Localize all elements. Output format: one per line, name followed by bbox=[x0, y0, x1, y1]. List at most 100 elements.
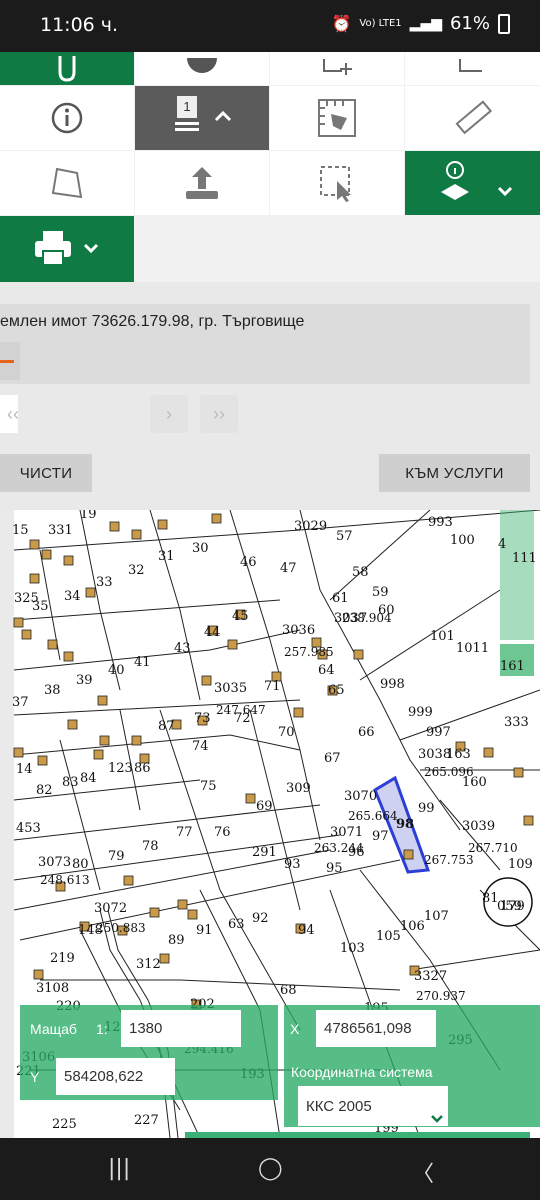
parcel-label: 61 bbox=[332, 591, 349, 606]
info-button[interactable] bbox=[0, 86, 134, 150]
building bbox=[67, 719, 78, 730]
parcel-label: 99 bbox=[418, 801, 435, 816]
globe-button[interactable] bbox=[135, 52, 269, 85]
layers-page-icon: 1 bbox=[172, 96, 202, 140]
alarm-icon: ⏰ bbox=[331, 14, 352, 33]
building bbox=[513, 767, 524, 778]
parcel-label: 98 bbox=[396, 817, 414, 832]
parcel-label: 71 bbox=[264, 679, 281, 694]
parcel-label: 999 bbox=[408, 705, 433, 720]
building bbox=[109, 521, 120, 532]
building bbox=[37, 755, 48, 766]
building bbox=[99, 735, 110, 746]
parcel-label: 74 bbox=[192, 739, 209, 754]
building bbox=[21, 629, 32, 640]
parcel-label: 100 bbox=[450, 533, 475, 548]
parcel-label: 59 bbox=[372, 585, 389, 600]
upload-icon bbox=[186, 167, 218, 199]
clear-button[interactable]: ЧИСТИ bbox=[0, 454, 92, 492]
parcel-label: 37 bbox=[12, 695, 29, 710]
clock: 11:06 ч. bbox=[40, 14, 119, 36]
battery-label: 61% bbox=[449, 13, 490, 34]
parcel-label: 19 bbox=[80, 510, 97, 522]
parcel-label: 270.937 bbox=[416, 989, 466, 1003]
building bbox=[131, 529, 142, 540]
parcel-label: 65 bbox=[328, 683, 345, 698]
parcel-label: 4 bbox=[498, 537, 506, 552]
parcel-label: 309 bbox=[286, 781, 311, 796]
select-area-button[interactable] bbox=[270, 151, 404, 215]
parcel-label: 227 bbox=[134, 1113, 159, 1128]
building bbox=[201, 675, 212, 686]
parcel-label: 68 bbox=[280, 983, 297, 998]
parcel-label: 312 bbox=[136, 957, 161, 972]
network-label: Vo) LTE1 bbox=[359, 18, 402, 29]
home-icon[interactable]: ◯ bbox=[258, 1156, 283, 1181]
parcel-label: 3327 bbox=[414, 969, 447, 984]
building bbox=[93, 749, 104, 760]
building bbox=[85, 587, 96, 598]
parcel-label: 248.613 bbox=[40, 873, 90, 887]
layer-info-button[interactable] bbox=[405, 151, 540, 215]
building bbox=[403, 849, 414, 860]
parcel-label: 291 bbox=[252, 845, 277, 860]
building bbox=[41, 549, 52, 560]
building bbox=[227, 639, 238, 650]
parcel-label: 103 bbox=[340, 941, 365, 956]
building bbox=[29, 539, 40, 550]
parcel-label: 32 bbox=[128, 563, 145, 578]
map-toolbar: 1 bbox=[0, 52, 540, 282]
parcel-label: 30 bbox=[192, 541, 209, 556]
parcel-label: 219 bbox=[50, 951, 75, 966]
parcel-label: 250.883 bbox=[96, 921, 146, 935]
parcel-label: 257.985 bbox=[284, 645, 334, 659]
upload-button[interactable] bbox=[135, 151, 269, 215]
building bbox=[63, 555, 74, 566]
pager-prev-button[interactable]: ‹‹ bbox=[0, 395, 26, 433]
building bbox=[245, 793, 256, 804]
parcel-label: 14 bbox=[16, 762, 33, 777]
to-services-button[interactable]: КЪМ УСЛУГИ bbox=[379, 454, 530, 492]
scale-input[interactable]: 1380 bbox=[121, 1010, 241, 1047]
parcel-label: 3073 bbox=[38, 855, 71, 870]
polygon-icon bbox=[51, 167, 83, 199]
measure-area-button[interactable] bbox=[270, 86, 404, 150]
polygon-tool-button[interactable] bbox=[0, 151, 134, 215]
building bbox=[29, 573, 40, 584]
pager-last-button[interactable]: ›› bbox=[200, 395, 238, 433]
parcel-label: 66 bbox=[358, 725, 375, 740]
pan-tool-button[interactable] bbox=[0, 52, 134, 85]
building bbox=[159, 953, 170, 964]
add-area-button[interactable] bbox=[270, 52, 404, 85]
parcel-label: 225 bbox=[52, 1117, 77, 1132]
parcel-label: 105 bbox=[376, 929, 401, 944]
parcel-label: 3070 bbox=[344, 789, 377, 804]
parcel-label: 40 bbox=[108, 663, 125, 678]
building bbox=[63, 651, 74, 662]
measure-distance-button[interactable] bbox=[405, 86, 540, 150]
parcel-label: 3039 bbox=[462, 819, 495, 834]
select-box-button[interactable] bbox=[405, 52, 540, 85]
y-coordinate-field[interactable]: 584208,622 bbox=[56, 1058, 175, 1095]
parcel-label: 46 bbox=[240, 555, 257, 570]
recents-icon[interactable]: ||| bbox=[108, 1156, 130, 1181]
back-icon[interactable]: 〈 bbox=[412, 1156, 434, 1188]
x-coordinate-field[interactable]: 4786561,098 bbox=[316, 1010, 436, 1047]
parcel-label: 95 bbox=[326, 861, 343, 876]
parcel-label: 31 bbox=[158, 549, 175, 564]
layers-toggle-button[interactable]: 1 bbox=[135, 86, 269, 150]
coordinate-system-select[interactable]: ККС 2005 bbox=[298, 1086, 448, 1126]
parcel-label: 39 bbox=[76, 673, 93, 688]
status-bar: 11:06 ч. ⏰ Vo) LTE1 ▂▄▆ 61% bbox=[0, 0, 540, 52]
parcel-label: 3029 bbox=[294, 519, 327, 534]
parcel-label: 79 bbox=[108, 849, 125, 864]
pager-next-button[interactable]: › bbox=[150, 395, 188, 433]
print-button[interactable] bbox=[0, 216, 134, 282]
globe-icon bbox=[187, 57, 217, 73]
parcel-label: 123 bbox=[108, 761, 133, 776]
parcel-label: 059 bbox=[497, 899, 522, 914]
system-navigation-bar: ||| ◯ 〈 bbox=[0, 1138, 540, 1200]
collapse-button[interactable] bbox=[0, 342, 20, 380]
parcel-label: 331 bbox=[48, 523, 73, 538]
parcel-label: 265.664 bbox=[348, 809, 398, 823]
